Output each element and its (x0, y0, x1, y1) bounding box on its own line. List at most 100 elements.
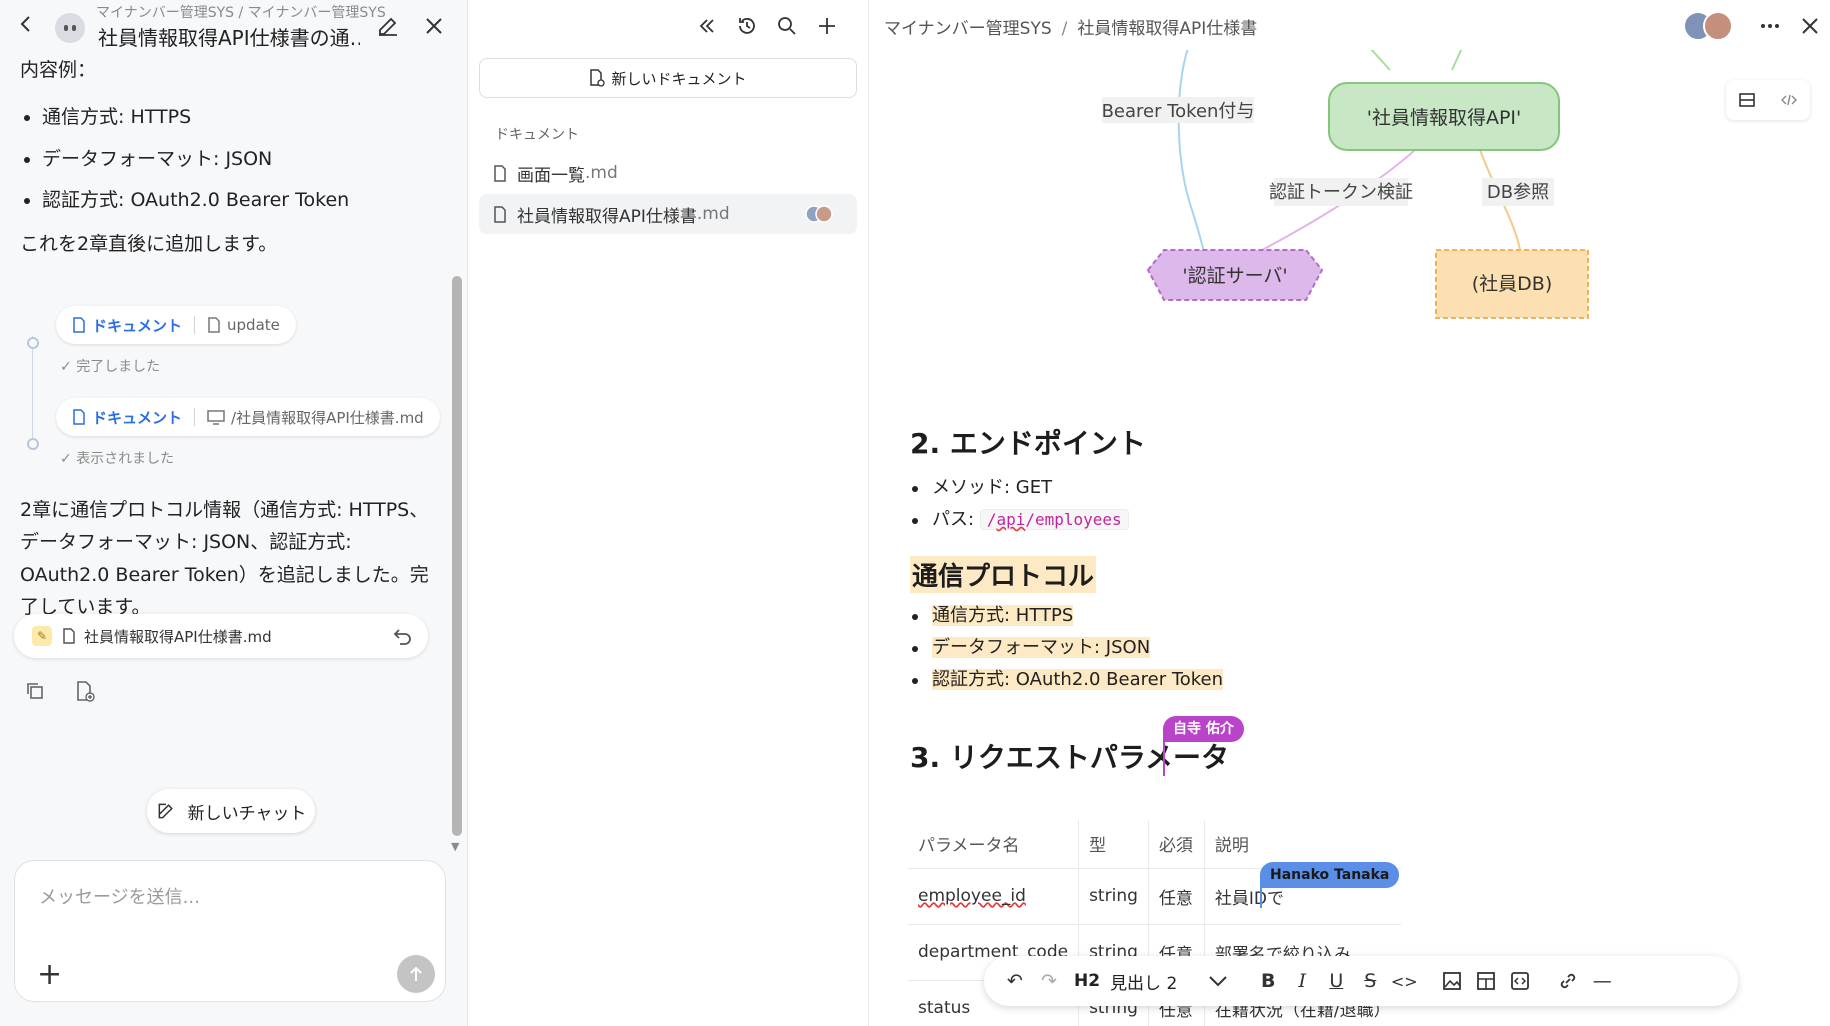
document-icon (73, 409, 85, 425)
document-editor: マイナンバー管理SYS / 社員情報取得API仕様書 Bearer Token付与 … (870, 0, 1830, 1026)
table-header: 型 (1078, 820, 1149, 868)
table-header: パラメータ名 (908, 820, 1080, 868)
table-cell[interactable]: string (1078, 867, 1149, 924)
close-icon[interactable] (1798, 14, 1822, 38)
heading-short: H2 (1074, 971, 1101, 991)
tool-call-chip[interactable]: ドキュメント /社員情報取得API仕様書.md (56, 398, 440, 436)
list-item: パス: /api/employees (910, 504, 1129, 536)
table-header: 説明 (1214, 836, 1249, 857)
divider-icon[interactable]: — (1585, 964, 1619, 998)
heading-select[interactable]: H2 見出し 2 (1074, 969, 1229, 994)
plus-icon[interactable]: + (37, 957, 62, 992)
split-view-icon[interactable] (1738, 91, 1756, 109)
table-cell[interactable]: employee_id (908, 867, 1080, 924)
summary-message: 2章に通信プロトコル情報（通信方式: HTTPS、データフォーマット: JSON… (20, 499, 429, 618)
table-icon[interactable] (1469, 964, 1503, 998)
document-ext: .md (585, 163, 618, 183)
tool-timeline (32, 336, 33, 444)
edge-label-bearer: Bearer Token付与 (1102, 101, 1255, 122)
edge-line (1177, 50, 1209, 269)
assistant-avatar (55, 13, 85, 43)
chat-scrollbar[interactable] (452, 276, 462, 836)
table-header: 必須 (1148, 820, 1205, 868)
close-icon[interactable] (422, 14, 446, 38)
tool-status: ✓ 表示されました (60, 451, 175, 467)
breadcrumb: マイナンバー管理SYS / 社員情報取得API仕様書 (884, 19, 1258, 39)
section-heading: 3. リクエストパラメータ (910, 741, 1230, 774)
arrow-up-icon (410, 966, 422, 981)
protocol-list: 通信方式: HTTPS データフォーマット: JSON 認証方式: OAuth2… (910, 600, 1224, 696)
file-icon (494, 205, 506, 223)
add-document-icon[interactable] (74, 680, 96, 702)
collaborator-avatars (805, 205, 833, 223)
undo-icon[interactable]: ↶ (998, 964, 1032, 998)
list-item: 認証方式: OAuth2.0 Bearer Token (42, 186, 440, 215)
new-chat-button[interactable]: 新しいチャット (147, 789, 315, 833)
document-item-active[interactable]: 社員情報取得API仕様書 .md (479, 194, 857, 234)
edge-line (1451, 50, 1463, 71)
edited-file-name: 社員情報取得API仕様書.md (84, 627, 272, 646)
remote-caret (1163, 740, 1165, 776)
edited-file-card[interactable]: ✎ 社員情報取得API仕様書.md (14, 614, 428, 658)
protocol-heading: 通信プロトコル (910, 556, 1097, 593)
collapse-icon[interactable] (695, 14, 719, 38)
breadcrumb-item[interactable]: 社員情報取得API仕様書 (1077, 19, 1257, 39)
redo-icon[interactable]: ↷ (1032, 964, 1066, 998)
tool-status: ✓ 完了しました (60, 359, 161, 375)
chat-header: マイナンバー管理SYS / マイナンバー管理SYS 社員情報取得API仕様書の通… (0, 0, 467, 52)
document-ext: .md (696, 204, 730, 224)
example-label: 内容例： (20, 59, 97, 81)
code-block-icon[interactable] (1503, 964, 1537, 998)
list-item: メソッド: GET (910, 472, 1129, 504)
document-item[interactable]: 画面一覧 .md (479, 153, 857, 193)
document-name: 社員情報取得API仕様書 (517, 206, 697, 227)
endpoint-list: メソッド: GET パス: /api/employees (910, 472, 1129, 536)
node-db-label: (社員DB) (1472, 273, 1553, 295)
search-icon[interactable] (775, 14, 799, 38)
underline-icon[interactable]: U (1319, 964, 1353, 998)
chat-panel: マイナンバー管理SYS / マイナンバー管理SYS 社員情報取得API仕様書の通… (0, 0, 468, 1026)
heading-label: 見出し 2 (1110, 973, 1178, 994)
table-cell[interactable]: 任意 (1148, 867, 1205, 924)
image-icon[interactable] (1435, 964, 1469, 998)
strikethrough-icon[interactable]: S (1353, 964, 1387, 998)
node-api-label: '社員情報取得API' (1367, 107, 1522, 129)
tool-call-chip[interactable]: ドキュメント update (56, 306, 296, 344)
edit-icon[interactable] (376, 14, 400, 38)
document-icon (73, 317, 85, 333)
copy-icon[interactable] (24, 680, 46, 702)
back-arrow-icon[interactable] (14, 12, 38, 36)
timeline-dot (27, 337, 39, 349)
more-icon[interactable] (1758, 14, 1782, 38)
new-document-button[interactable]: 新しいドキュメント (479, 58, 857, 98)
code-view-icon[interactable] (1780, 91, 1798, 109)
message-text: これを2章直後に追加します。 (20, 232, 278, 255)
monitor-icon (207, 410, 225, 425)
breadcrumb-item[interactable]: マイナンバー管理SYS (884, 19, 1052, 39)
format-toolbar: ↶ ↷ H2 見出し 2 B I U S <> — (984, 956, 1738, 1006)
code-icon[interactable]: <> (1387, 964, 1421, 998)
message-input[interactable]: メッセージを送信... (39, 883, 200, 909)
italic-icon[interactable]: I (1285, 964, 1319, 998)
view-toggle (1726, 80, 1810, 120)
chat-title: 社員情報取得API仕様書の通… (98, 26, 360, 50)
file-icon (63, 628, 75, 644)
document-name: 画面一覧 (517, 165, 585, 186)
link-icon[interactable] (1551, 964, 1585, 998)
remote-cursor-label: Hanako Tanaka (1260, 862, 1400, 888)
new-document-icon (590, 69, 606, 87)
list-item: 通信方式: HTTPS (42, 103, 440, 132)
collaborator-avatars[interactable] (1682, 10, 1738, 42)
edge-label-verify: 認証トークン検証 (1269, 182, 1413, 203)
scroll-down-icon[interactable]: ▼ (451, 840, 459, 853)
remote-caret (1260, 886, 1262, 908)
add-icon[interactable] (815, 14, 839, 38)
remote-cursor-label: 自寺 佑介 (1163, 716, 1244, 742)
undo-icon[interactable] (390, 624, 414, 648)
bold-icon[interactable]: B (1251, 964, 1285, 998)
send-button[interactable] (397, 955, 435, 993)
history-icon[interactable] (735, 14, 759, 38)
inline-code: /api/employees (979, 509, 1129, 530)
tool-kind: ドキュメント (92, 316, 183, 335)
message-composer[interactable]: メッセージを送信... + (14, 860, 446, 1002)
